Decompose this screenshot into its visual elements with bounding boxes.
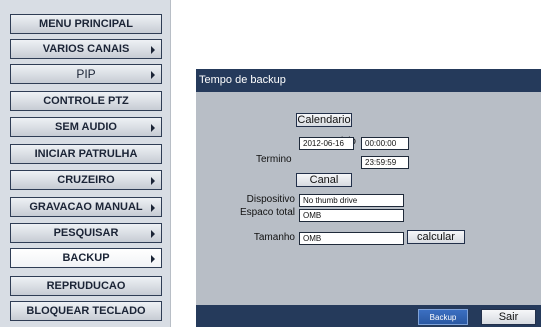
menu-item-label: INICIAR PATRULHA: [34, 148, 138, 160]
menu-item-repruducao[interactable]: REPRUDUCAO: [10, 276, 162, 296]
inicio-date-field[interactable]: 2012-06-16: [299, 137, 354, 150]
menu-item-label: BACKUP: [62, 252, 110, 264]
dispositivo-label: Dispositivo: [246, 194, 295, 205]
tamanho-field: OMB: [299, 232, 404, 245]
menu-item-label: BLOQUEAR TECLADO: [26, 305, 146, 317]
calcular-button[interactable]: calcular: [407, 230, 465, 244]
menu-item-label: SEM AUDIO: [55, 121, 117, 133]
chevron-right-icon: [151, 204, 155, 212]
sair-button[interactable]: Sair: [481, 309, 536, 325]
espaco-total-label: Espaco total: [239, 207, 295, 218]
chevron-right-icon: [151, 255, 155, 263]
inicio-time-field[interactable]: 00:00:00: [361, 137, 409, 150]
dialog-footer: Backup Sair: [196, 305, 541, 327]
menu-item-sem-audio[interactable]: SEM AUDIO: [10, 117, 162, 137]
chevron-right-icon: [151, 230, 155, 238]
menu-item-controle-ptz[interactable]: CONTROLE PTZ: [10, 91, 162, 111]
menu-item-label: PESQUISAR: [53, 227, 119, 239]
menu-item-bloquear-teclado[interactable]: BLOQUEAR TECLADO: [10, 301, 162, 321]
menu-item-pesquisar[interactable]: PESQUISAR: [10, 223, 162, 243]
calendar-button[interactable]: Calendario: [296, 113, 352, 127]
menu-item-menu-principal[interactable]: MENU PRINCIPAL: [10, 14, 162, 34]
menu-item-iniciar-patrulha[interactable]: INICIAR PATRULHA: [10, 144, 162, 164]
menu-item-pip[interactable]: PIP: [10, 64, 162, 84]
dispositivo-field: No thumb drive: [299, 194, 404, 207]
dialog-title: Tempo de backup: [196, 69, 541, 92]
termino-time-field[interactable]: 23:59:59: [361, 156, 409, 169]
menu-item-label: REPRUDUCAO: [46, 280, 126, 292]
menu-item-backup[interactable]: BACKUP: [10, 248, 162, 268]
menu-item-label: PIP: [76, 67, 96, 81]
menu-item-gravacao-manual[interactable]: GRAVACAO MANUAL: [10, 197, 162, 217]
espaco-total-field: OMB: [299, 209, 404, 222]
canal-button[interactable]: Canal: [296, 173, 352, 187]
termino-label: Termino: [256, 154, 292, 165]
chevron-right-icon: [151, 177, 155, 185]
menu-item-label: VARIOS CANAIS: [42, 43, 130, 55]
backup-dialog: Tempo de backup Calendario Inicio 2012-0…: [196, 69, 541, 327]
side-menu: MENU PRINCIPAL VARIOS CANAIS PIP CONTROL…: [0, 0, 171, 327]
menu-item-label: MENU PRINCIPAL: [39, 18, 133, 30]
menu-item-cruzeiro[interactable]: CRUZEIRO: [10, 170, 162, 190]
chevron-right-icon: [151, 46, 155, 54]
menu-item-label: CRUZEIRO: [57, 174, 115, 186]
menu-item-label: GRAVACAO MANUAL: [29, 201, 143, 213]
menu-item-label: CONTROLE PTZ: [43, 95, 129, 107]
chevron-right-icon: [151, 71, 155, 79]
chevron-right-icon: [151, 124, 155, 132]
menu-item-varios-canais[interactable]: VARIOS CANAIS: [10, 39, 162, 59]
tamanho-label: Tamanho: [253, 232, 295, 243]
backup-button[interactable]: Backup: [418, 309, 468, 325]
